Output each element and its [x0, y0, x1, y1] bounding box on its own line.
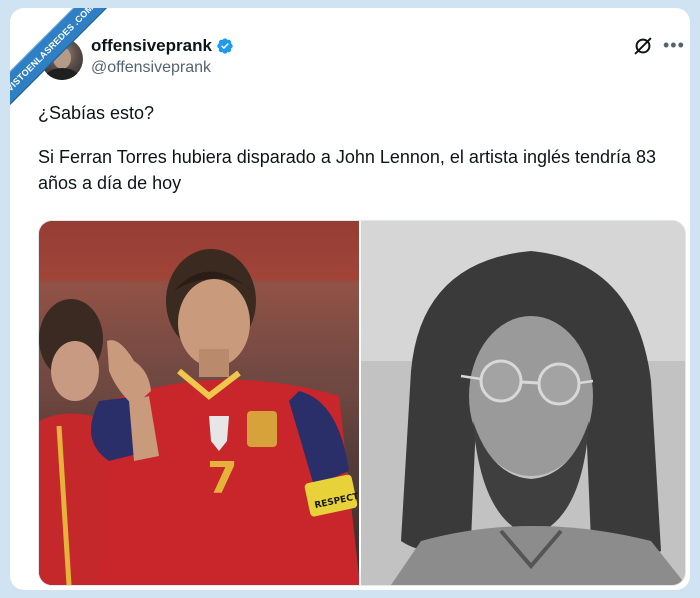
watermark-text: VISTOENLASREDES .COM: [10, 8, 116, 114]
tweet-text-line-2: Si Ferran Torres hubiera disparado a Joh…: [38, 147, 657, 193]
more-options-icon[interactable]: •••: [663, 35, 685, 55]
tweet-text: ¿Sabías esto? Si Ferran Torres hubiera d…: [38, 100, 678, 196]
photo-football-player[interactable]: 5 RESPECT 7: [39, 221, 359, 585]
watermark-ribbon: VISTOENLASREDES .COM: [10, 8, 130, 128]
portrait-illustration: [361, 221, 685, 585]
grok-icon[interactable]: [632, 35, 654, 57]
tweet-media[interactable]: 5 RESPECT 7: [38, 220, 686, 586]
verified-badge-icon: [217, 38, 233, 54]
football-player-illustration: 5 RESPECT 7: [39, 221, 359, 585]
tweet-card: VISTOENLASREDES .COM offensiveprank @off…: [10, 8, 690, 590]
jersey-number: 7: [207, 453, 238, 504]
photo-john-lennon[interactable]: [361, 221, 685, 585]
tweet-text-line-1: ¿Sabías esto?: [38, 103, 155, 123]
